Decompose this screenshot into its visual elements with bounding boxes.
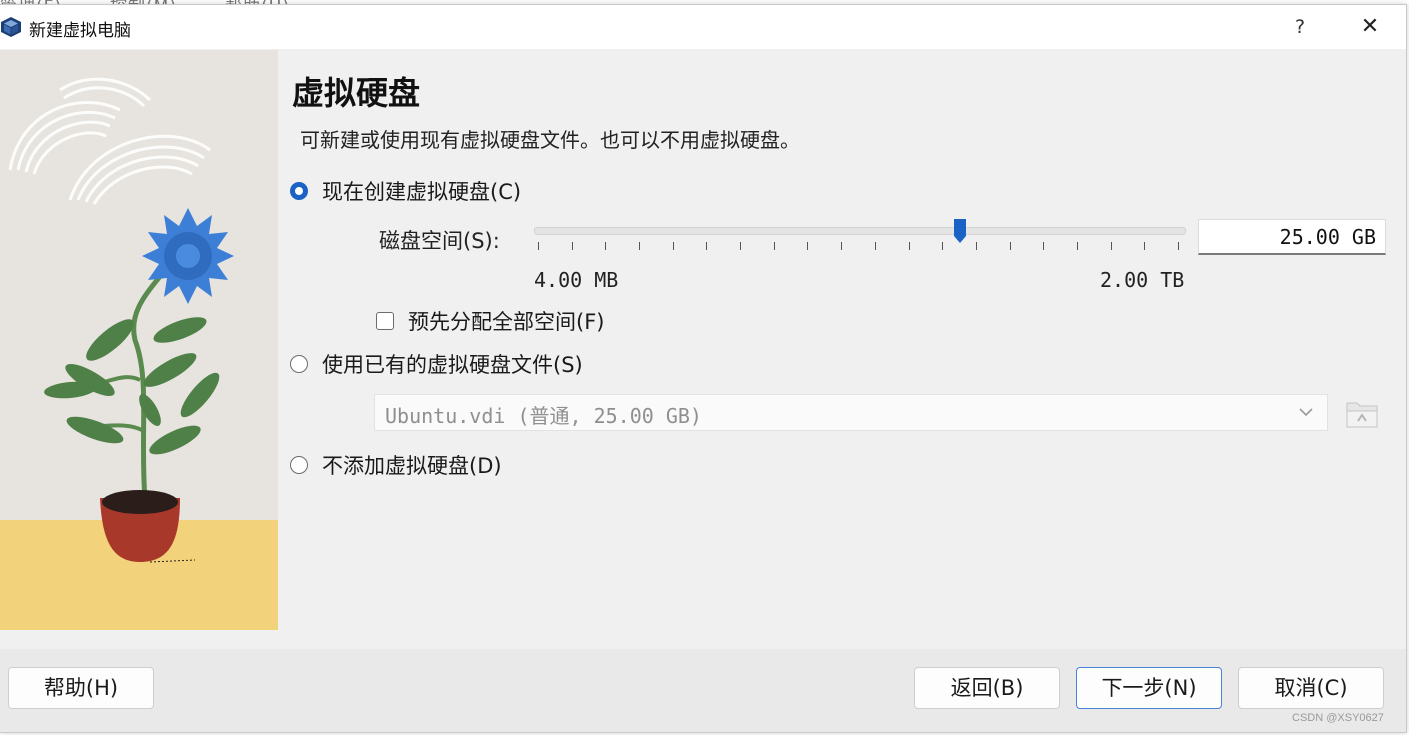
help-button[interactable]: 帮助(H)	[8, 667, 154, 709]
window-title: 新建虚拟电脑	[29, 21, 131, 41]
slider-handle[interactable]	[953, 218, 967, 244]
slider-max-label: 2.00 TB	[1100, 268, 1185, 292]
existing-disk-select-value: Ubuntu.vdi (普通, 25.00 GB)	[385, 404, 702, 428]
slider-min-label: 4.00 MB	[534, 268, 619, 292]
slider-tick	[975, 242, 977, 250]
cancel-button[interactable]: 取消(C)	[1238, 667, 1384, 709]
slider-tick	[1178, 242, 1179, 250]
slider-tick	[740, 242, 742, 250]
disk-size-input[interactable]: 25.00 GB	[1198, 219, 1386, 255]
slider-tick	[1144, 242, 1146, 250]
slider-tick	[908, 242, 910, 250]
button-bar: 帮助(H) 返回(B) 下一步(N) 取消(C)	[0, 649, 1406, 732]
no-disk-option[interactable]: 不添加虚拟硬盘(D)	[290, 451, 502, 479]
next-button[interactable]: 下一步(N)	[1076, 667, 1222, 709]
existing-disk-select: Ubuntu.vdi (普通, 25.00 GB)	[374, 394, 1328, 431]
slider-tick	[1110, 242, 1112, 250]
slider-tick	[874, 242, 876, 250]
no-disk-label[interactable]: 不添加虚拟硬盘(D)	[322, 450, 502, 480]
existing-disk-option[interactable]: 使用已有的虚拟硬盘文件(S)	[290, 350, 583, 378]
slider-tick	[807, 242, 809, 250]
new-vm-dialog: 新建虚拟电脑 ? ✕ 虚拟硬盘 可新建或使用现有虚拟硬盘文件。也可以不用虚拟硬盘…	[0, 4, 1407, 733]
slider-tick	[605, 242, 607, 250]
existing-disk-radio[interactable]	[290, 355, 308, 373]
slider-tick	[538, 242, 539, 250]
existing-disk-label[interactable]: 使用已有的虚拟硬盘文件(S)	[322, 349, 583, 379]
slider-tick	[1043, 242, 1045, 250]
context-help-button[interactable]: ?	[1282, 9, 1318, 45]
disk-size-label: 磁盘空间(S):	[379, 229, 500, 253]
slider-tick	[672, 242, 674, 250]
wizard-page: 虚拟硬盘 可新建或使用现有虚拟硬盘文件。也可以不用虚拟硬盘。 现在创建虚拟硬盘(…	[290, 50, 1400, 640]
slider-tick	[942, 242, 944, 250]
page-title: 虚拟硬盘	[292, 74, 421, 112]
slider-tick	[1009, 242, 1011, 250]
preallocate-option[interactable]: 预先分配全部空间(F)	[376, 306, 604, 336]
slider-ticks	[534, 242, 1186, 252]
create-disk-option[interactable]: 现在创建虚拟硬盘(C)	[290, 177, 521, 205]
watermark: CSDN @XSY0627	[1292, 712, 1384, 724]
page-subtitle: 可新建或使用现有虚拟硬盘文件。也可以不用虚拟硬盘。	[300, 128, 800, 152]
slider-track[interactable]	[534, 227, 1186, 235]
slider-tick	[571, 242, 573, 250]
preallocate-label[interactable]: 预先分配全部空间(F)	[408, 306, 604, 336]
chevron-down-icon	[1299, 408, 1313, 417]
create-disk-radio[interactable]	[290, 182, 308, 200]
preallocate-checkbox[interactable]	[376, 312, 394, 330]
disk-size-slider[interactable]	[534, 218, 1186, 258]
wizard-side-illustration	[0, 50, 278, 630]
no-disk-radio[interactable]	[290, 456, 308, 474]
choose-disk-file-icon	[1346, 402, 1378, 428]
slider-tick	[841, 242, 843, 250]
slider-tick	[639, 242, 641, 250]
close-button[interactable]: ✕	[1352, 9, 1388, 45]
back-button[interactable]: 返回(B)	[914, 667, 1060, 709]
title-bar: 新建虚拟电脑 ? ✕	[0, 5, 1406, 49]
slider-tick	[706, 242, 708, 250]
slider-tick	[773, 242, 775, 250]
slider-tick	[1076, 242, 1078, 250]
create-disk-label[interactable]: 现在创建虚拟硬盘(C)	[322, 176, 521, 206]
virtualbox-icon	[0, 16, 22, 38]
